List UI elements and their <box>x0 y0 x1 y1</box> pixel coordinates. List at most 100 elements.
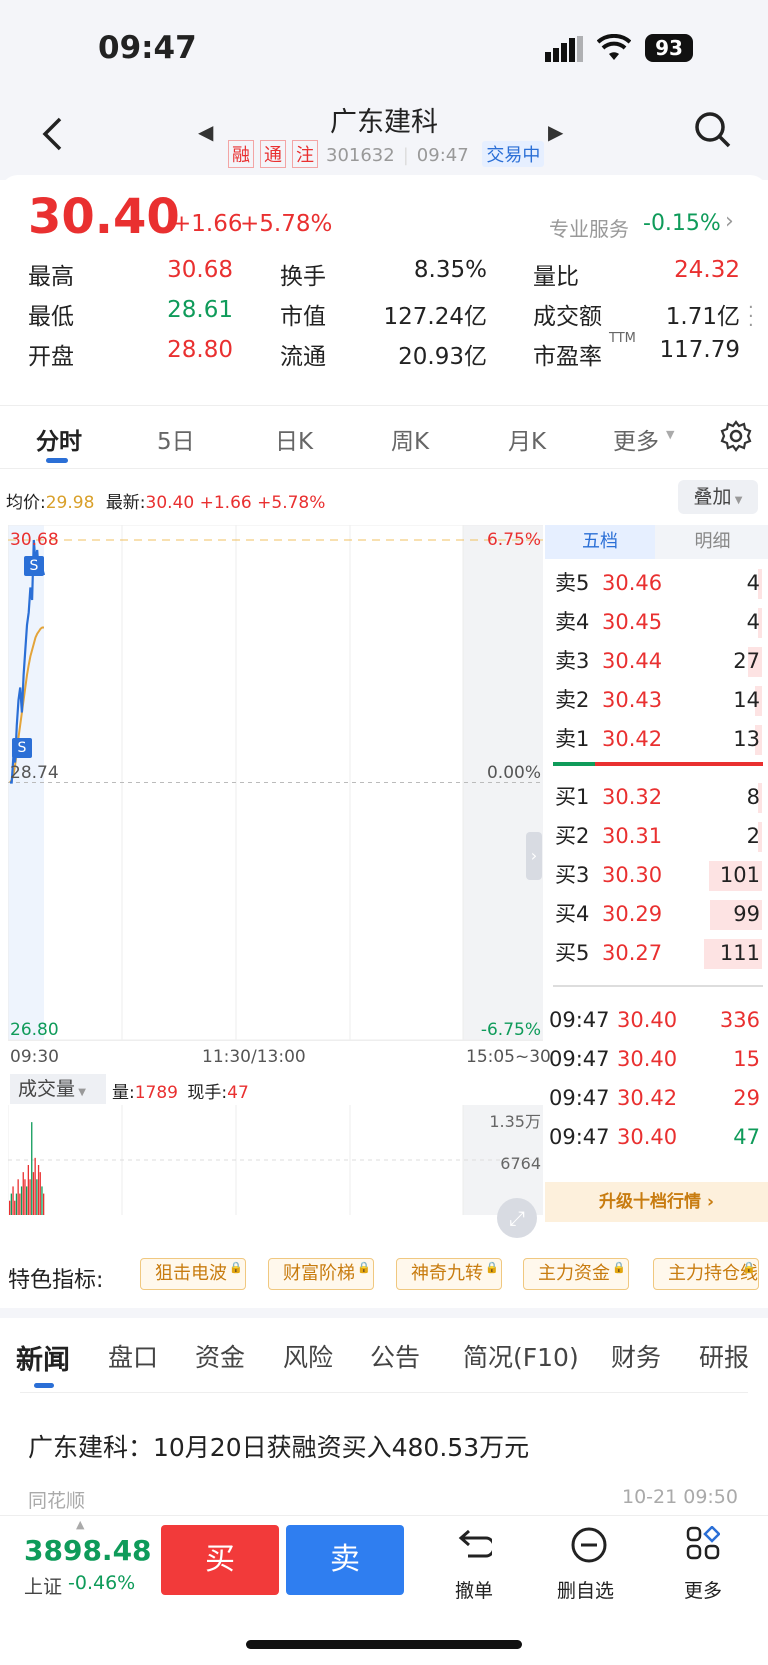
search-icon[interactable] <box>693 110 733 154</box>
stat-label: 成交额 <box>533 304 602 330</box>
level-volume: 13 <box>733 727 760 751</box>
pro-service-label[interactable]: 专业服务 <box>549 213 629 242</box>
vol-value: 1789 <box>134 1083 178 1103</box>
wifi-icon <box>596 33 632 66</box>
level-price: 30.31 <box>602 824 663 848</box>
expand-panel-handle[interactable]: › <box>526 832 542 880</box>
cancel-order-label[interactable]: 撤单 <box>455 1576 493 1603</box>
remove-watch-label[interactable]: 删自选 <box>557 1576 614 1603</box>
tab-daily-k[interactable]: 日K <box>275 422 313 456</box>
tab-finance[interactable]: 财务 <box>611 1338 661 1374</box>
undo-icon[interactable] <box>456 1528 496 1566</box>
level-price: 30.30 <box>602 863 663 887</box>
intraday-chart: 均价:29.98 最新:30.40 +1.66 +5.78% 叠加 ▼ 30.6… <box>0 470 768 1240</box>
tick-time: 09:47 <box>549 1086 610 1110</box>
level-label: 卖5 <box>555 571 590 595</box>
more-label[interactable]: 更多 <box>684 1576 722 1603</box>
level-volume: 8 <box>746 785 760 809</box>
volume-bar <box>36 1179 38 1215</box>
level-label: 卖1 <box>555 727 590 751</box>
tab-more[interactable]: 更多 <box>613 422 659 456</box>
volume-legend: 量:1789 现手:47 <box>112 1078 249 1103</box>
period-tabs: 分时 5日 日K 周K 月K 更多 ▼ <box>0 405 768 469</box>
pro-service-value[interactable]: -0.15% <box>643 211 721 236</box>
index-name: 上证 <box>24 1576 63 1598</box>
indicator-main-holdings[interactable]: 主力持仓线 <box>653 1253 759 1290</box>
tick-price: 30.40 <box>617 1008 678 1032</box>
index-value[interactable]: 3898.48 <box>24 1534 152 1567</box>
settings-icon[interactable] <box>720 420 752 456</box>
caret-up-icon: ▲ <box>76 1518 85 1531</box>
level-volume: 14 <box>733 688 760 712</box>
indicator-sniper-wave[interactable]: 狙击电波 <box>140 1253 246 1290</box>
bottom-bar: ▲ 3898.48 上证 -0.46% 买 卖 撤单 删自选 更多 <box>0 1515 768 1665</box>
index-pct: -0.46% <box>68 1572 136 1594</box>
level-label: 买3 <box>555 863 590 887</box>
chevron-right-icon[interactable]: › <box>725 209 734 234</box>
tab-5day[interactable]: 5日 <box>157 422 195 456</box>
tab-details[interactable]: 明细 <box>657 525 768 559</box>
latest-price: 30.40 <box>145 493 195 513</box>
stat-value: 24.32 <box>674 257 740 283</box>
indicator-wealth-ladder[interactable]: 财富阶梯 <box>268 1253 374 1290</box>
tab-monthly-k[interactable]: 月K <box>508 422 546 456</box>
next-stock-icon[interactable]: ▶ <box>548 120 563 144</box>
stat-label: 市值 <box>280 304 326 330</box>
upgrade-level2-button[interactable]: 升级十档行情 › <box>545 1182 768 1222</box>
tab-profile[interactable]: 简况(F10) <box>463 1338 579 1374</box>
volume-chart <box>8 1105 543 1215</box>
tick-volume: 336 <box>719 1008 760 1032</box>
tab-weekly-k[interactable]: 周K <box>391 422 429 456</box>
overlay-button[interactable]: 叠加 ▼ <box>678 480 758 514</box>
ticks-divider <box>553 985 763 987</box>
book-tabs: 五档 明细 <box>545 525 768 559</box>
sell-button[interactable]: 卖 <box>286 1525 404 1595</box>
level-label: 买5 <box>555 941 590 965</box>
remove-watch-icon[interactable] <box>570 1526 608 1568</box>
level-label: 买4 <box>555 902 590 926</box>
price-chart[interactable] <box>8 525 543 1040</box>
tab-announcements[interactable]: 公告 <box>370 1338 420 1374</box>
volume-bar <box>17 1179 19 1215</box>
tab-intraday[interactable]: 分时 <box>36 422 82 456</box>
volume-bar <box>12 1186 14 1215</box>
tab-research[interactable]: 研报 <box>699 1338 749 1374</box>
volume-bar <box>34 1157 36 1215</box>
buy-button[interactable]: 买 <box>161 1525 279 1595</box>
signal-icon <box>545 36 585 62</box>
news-headline[interactable]: 广东建科：10月20日获融资买入480.53万元 <box>28 1428 529 1464</box>
more-vertical-icon[interactable]: · · · <box>748 299 754 335</box>
caret-down-icon: ▼ <box>666 428 675 441</box>
stat-value: 8.35% <box>413 257 487 283</box>
stat-label: 开盘 <box>28 344 74 370</box>
level-price: 30.43 <box>602 688 663 712</box>
stat-value: 20.93亿 <box>398 344 487 370</box>
avg-price: 29.98 <box>45 493 95 513</box>
tab-capital[interactable]: 资金 <box>195 1338 245 1374</box>
level-volume: 99 <box>733 902 760 926</box>
volume-selector[interactable]: 成交量 ▼ <box>10 1074 106 1104</box>
indicator-magic-nine[interactable]: 神奇九转 <box>396 1253 502 1290</box>
volume-bar <box>27 1165 29 1215</box>
order-book: 五档 明细 卖5 30.46 4 卖4 30.45 4 卖3 30.44 27 卖2 30.43 14… <box>545 525 768 1240</box>
level-price: 30.32 <box>602 785 663 809</box>
more-apps-icon[interactable] <box>686 1525 721 1564</box>
news-tab-indicator <box>34 1383 54 1388</box>
volume-bar <box>43 1193 45 1215</box>
tab-news[interactable]: 新闻 <box>16 1338 70 1377</box>
level-price: 30.27 <box>602 941 663 965</box>
stat-label: 换手 <box>280 264 326 290</box>
stat-value: 1.71亿 <box>665 304 740 330</box>
tab-risk[interactable]: 风险 <box>283 1338 333 1374</box>
indicator-main-funds[interactable]: 主力资金 <box>523 1253 629 1290</box>
feature-label: 特色指标: <box>8 1268 104 1293</box>
tab-active-indicator <box>46 458 68 463</box>
tab-five-levels[interactable]: 五档 <box>545 525 655 559</box>
news-source: 同花顺 <box>28 1490 86 1512</box>
level-volume: 27 <box>733 649 760 673</box>
tab-orderbook[interactable]: 盘口 <box>108 1338 158 1374</box>
fullscreen-icon[interactable]: ⤢ <box>497 1198 537 1238</box>
level-price: 30.45 <box>602 610 663 634</box>
level-volume: 2 <box>746 824 760 848</box>
y-axis-mid: 28.74 <box>10 763 59 783</box>
